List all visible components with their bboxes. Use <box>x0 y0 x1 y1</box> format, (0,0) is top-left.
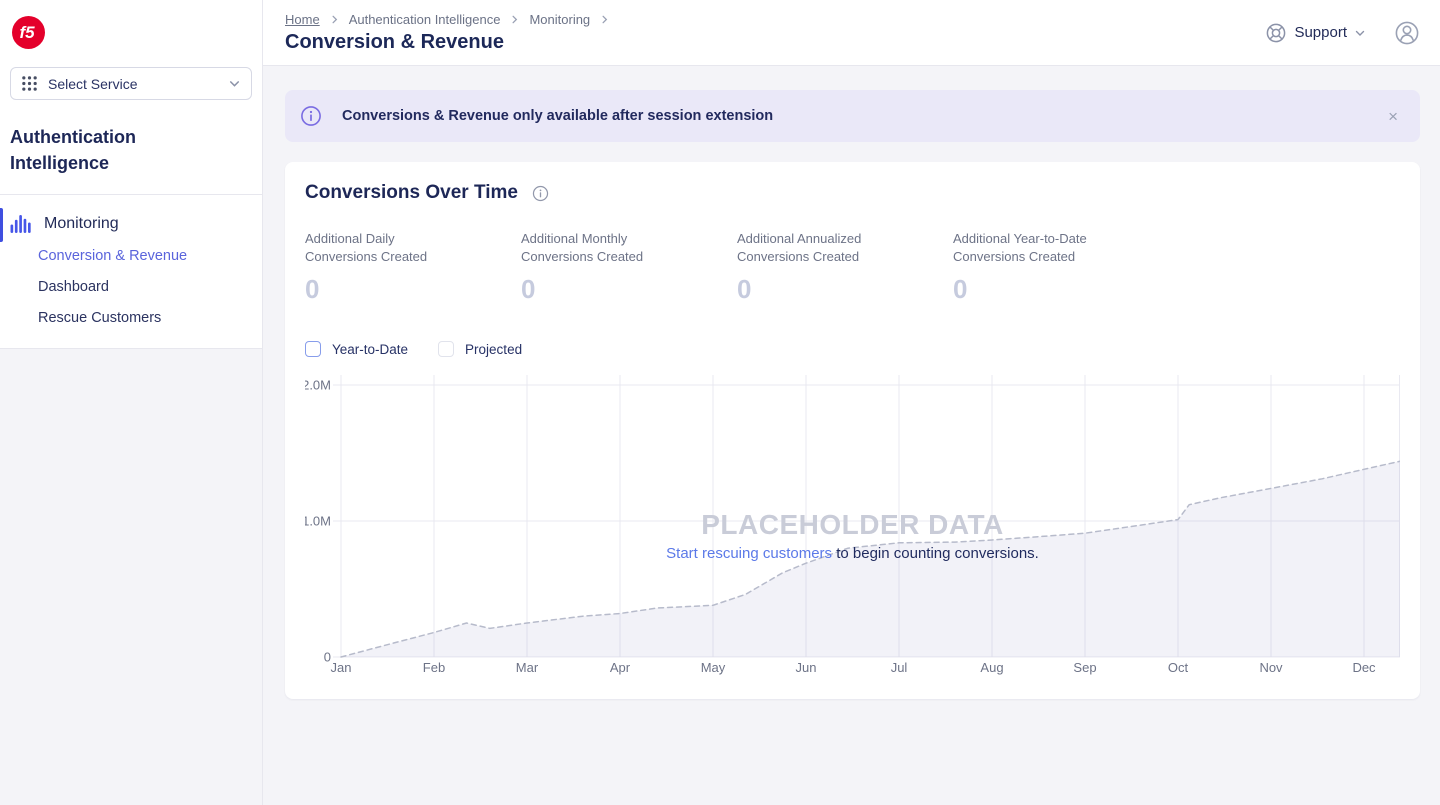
filter-label: Year-to-Date <box>332 342 408 357</box>
chevron-down-icon <box>228 77 241 90</box>
sidebar-section-label: Monitoring <box>44 215 119 233</box>
svg-text:Aug: Aug <box>980 660 1003 675</box>
svg-text:Feb: Feb <box>423 660 445 675</box>
stat-label: Additional Year-to-Date Conversions Crea… <box>953 230 1169 266</box>
info-banner: Conversions & Revenue only available aft… <box>285 90 1420 142</box>
svg-text:Nov: Nov <box>1259 660 1283 675</box>
card-title: Conversions Over Time <box>305 182 518 204</box>
stat-value: 0 <box>305 274 521 305</box>
breadcrumb-home[interactable]: Home <box>285 12 320 27</box>
svg-text:2.0M: 2.0M <box>305 378 331 393</box>
breadcrumb-title-block: Home Authentication Intelligence Monitor… <box>285 12 610 54</box>
checkbox-projected[interactable] <box>438 341 454 357</box>
user-avatar-icon <box>1394 20 1420 46</box>
banner-message: Conversions & Revenue only available aft… <box>342 108 773 124</box>
stat-label: Additional Monthly Conversions Created <box>521 230 737 266</box>
stats-row: Additional Daily Conversions Created 0 A… <box>305 230 1400 305</box>
banner-close-button[interactable]: × <box>1380 104 1406 129</box>
select-service-dropdown[interactable]: Select Service <box>10 67 252 100</box>
breadcrumb: Home Authentication Intelligence Monitor… <box>285 12 610 27</box>
main-area: Home Authentication Intelligence Monitor… <box>263 0 1440 805</box>
page-title: Conversion & Revenue <box>285 31 610 54</box>
support-label: Support <box>1294 24 1347 41</box>
sidebar-subnav: Conversion & Revenue Dashboard Rescue Cu… <box>0 237 262 334</box>
close-icon: × <box>1388 107 1398 126</box>
sidebar-item-conversion-revenue[interactable]: Conversion & Revenue <box>38 241 262 272</box>
user-avatar-button[interactable] <box>1394 20 1420 46</box>
stat-value: 0 <box>737 274 953 305</box>
content-area: Conversions & Revenue only available aft… <box>263 66 1440 699</box>
start-rescuing-customers-link[interactable]: Start rescuing customers <box>666 545 832 562</box>
info-icon <box>300 105 322 127</box>
info-icon[interactable] <box>532 185 549 202</box>
svg-text:Sep: Sep <box>1073 660 1096 675</box>
conversions-over-time-card: Conversions Over Time Additional Daily C… <box>285 162 1420 699</box>
topbar: Home Authentication Intelligence Monitor… <box>263 0 1440 66</box>
chevron-right-icon <box>599 14 610 25</box>
svg-text:May: May <box>701 660 726 675</box>
conversions-chart-svg: Jan Feb Mar Apr May Jun Jul Aug Sep Oct Nov Dec 0 1.0… <box>305 375 1400 675</box>
stat-value: 0 <box>521 274 737 305</box>
svg-text:1.0M: 1.0M <box>305 514 331 529</box>
stat-additional-daily: Additional Daily Conversions Created 0 <box>305 230 521 305</box>
svg-text:Jun: Jun <box>796 660 817 675</box>
svg-text:Jan: Jan <box>331 660 352 675</box>
chevron-right-icon <box>509 14 520 25</box>
breadcrumb-monitoring[interactable]: Monitoring <box>529 12 590 27</box>
support-menu-button[interactable]: Support <box>1265 22 1366 44</box>
chart-filters: Year-to-Date Projected <box>305 341 1400 357</box>
select-service-label: Select Service <box>48 76 137 92</box>
stat-additional-annualized: Additional Annualized Conversions Create… <box>737 230 953 305</box>
svg-text:Oct: Oct <box>1168 660 1189 675</box>
stat-label: Additional Annualized Conversions Create… <box>737 230 953 266</box>
chevron-right-icon <box>329 14 340 25</box>
active-section-indicator <box>0 208 3 242</box>
product-title: Authentication Intelligence <box>10 124 190 176</box>
f5-logo: f5 <box>12 16 45 49</box>
breadcrumb-auth-intelligence[interactable]: Authentication Intelligence <box>349 12 501 27</box>
filter-label: Projected <box>465 342 522 357</box>
svg-text:Mar: Mar <box>516 660 539 675</box>
sidebar-section-monitoring[interactable]: Monitoring <box>0 208 262 237</box>
stat-label: Additional Daily Conversions Created <box>305 230 521 266</box>
topbar-right: Support <box>1265 20 1420 46</box>
sidebar-item-dashboard[interactable]: Dashboard <box>38 272 262 303</box>
card-title-row: Conversions Over Time <box>305 182 1400 204</box>
app-root: f5 Select Service Authentication Intelli… <box>0 0 1440 805</box>
grid-icon <box>21 75 38 92</box>
sidebar-item-rescue-customers[interactable]: Rescue Customers <box>38 303 262 334</box>
svg-text:Jul: Jul <box>891 660 908 675</box>
svg-text:0: 0 <box>324 650 331 665</box>
filter-year-to-date[interactable]: Year-to-Date <box>305 341 408 357</box>
chart-area: Jan Feb Mar Apr May Jun Jul Aug Sep Oct Nov Dec 0 1.0… <box>305 375 1400 675</box>
bar-chart-icon <box>10 214 31 233</box>
sidebar-top-section: f5 Select Service Authentication Intelli… <box>0 0 262 349</box>
stat-additional-ytd: Additional Year-to-Date Conversions Crea… <box>953 230 1169 305</box>
lifebuoy-icon <box>1265 22 1287 44</box>
stat-value: 0 <box>953 274 1169 305</box>
svg-text:Dec: Dec <box>1352 660 1376 675</box>
checkbox-year-to-date[interactable] <box>305 341 321 357</box>
sidebar-nav: Monitoring Conversion & Revenue Dashboar… <box>0 195 262 334</box>
sidebar: f5 Select Service Authentication Intelli… <box>0 0 263 805</box>
chevron-down-icon <box>1354 27 1366 39</box>
stat-additional-monthly: Additional Monthly Conversions Created 0 <box>521 230 737 305</box>
filter-projected[interactable]: Projected <box>438 341 522 357</box>
logo-row: f5 <box>0 0 262 67</box>
svg-text:Apr: Apr <box>610 660 631 675</box>
